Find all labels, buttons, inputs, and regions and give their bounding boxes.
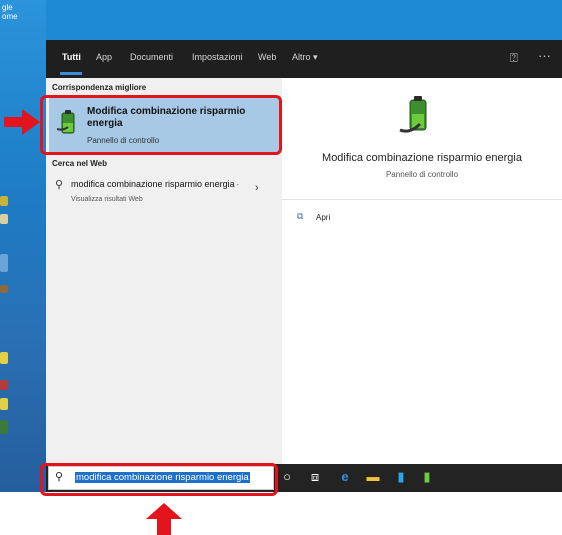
detail-subtitle: Pannello di controllo [385, 170, 459, 179]
file-explorer-icon[interactable]: ▬ [364, 469, 382, 484]
arrow-up-icon [146, 503, 182, 535]
cortana-icon[interactable]: ○ [278, 469, 296, 484]
edge-icon[interactable]: e [336, 469, 354, 484]
web-result[interactable]: ⚲ modifica combinazione risparmio energi… [49, 176, 281, 212]
open-action[interactable]: Apri [316, 213, 330, 222]
tab-web[interactable]: Web [258, 52, 276, 62]
web-result-query: modifica combinazione risparmio energia [71, 179, 235, 189]
task-view-icon[interactable]: ⧈ [306, 469, 324, 485]
tab-tutti[interactable]: Tutti [62, 52, 81, 62]
desktop-icon[interactable] [0, 352, 8, 364]
desktop-icon[interactable] [0, 420, 8, 434]
open-icon[interactable]: ⧉ [297, 211, 303, 222]
result-detail-pane: Modifica combinazione risparmio energia … [282, 78, 562, 464]
divider [282, 199, 562, 200]
search-box-highlight-frame [40, 463, 278, 496]
search-tabbar: Tutti App Documenti Impostazioni Web Alt… [46, 40, 562, 78]
desktop-icon[interactable] [0, 214, 8, 224]
ellipsis-icon[interactable]: ··· [538, 48, 551, 63]
search-icon: ⚲ [55, 179, 64, 191]
feedback-icon[interactable]: ⍰ [510, 50, 518, 66]
chevron-right-icon[interactable]: › [255, 182, 259, 194]
store-icon[interactable]: ▮ [392, 469, 410, 485]
best-match-highlight-frame [40, 95, 282, 155]
desktop-icon[interactable] [0, 285, 8, 293]
tab-altro[interactable]: Altro ▾ [292, 52, 318, 63]
desktop-icons-strip: gle ome [0, 0, 46, 492]
desktop-icon[interactable] [0, 196, 8, 206]
tab-impostazioni[interactable]: Impostazioni [192, 52, 243, 62]
battery-icon [399, 96, 427, 133]
active-tab-indicator [60, 72, 82, 75]
tab-documenti[interactable]: Documenti [130, 52, 173, 62]
desktop-icon-label: gle ome [2, 3, 18, 21]
desktop-icon[interactable] [0, 380, 8, 390]
power-options-icon[interactable]: ▮ [418, 469, 436, 485]
web-header: Cerca nel Web [52, 159, 107, 168]
desktop-icon[interactable] [0, 398, 8, 410]
desktop-icon[interactable] [0, 254, 8, 272]
tab-app[interactable]: App [96, 52, 112, 62]
detail-title: Modifica combinazione risparmio energia [322, 152, 522, 164]
best-match-header: Corrispondenza migliore [52, 83, 147, 92]
web-result-text: modifica combinazione risparmio energia … [71, 178, 246, 206]
arrow-right-icon [4, 109, 40, 135]
